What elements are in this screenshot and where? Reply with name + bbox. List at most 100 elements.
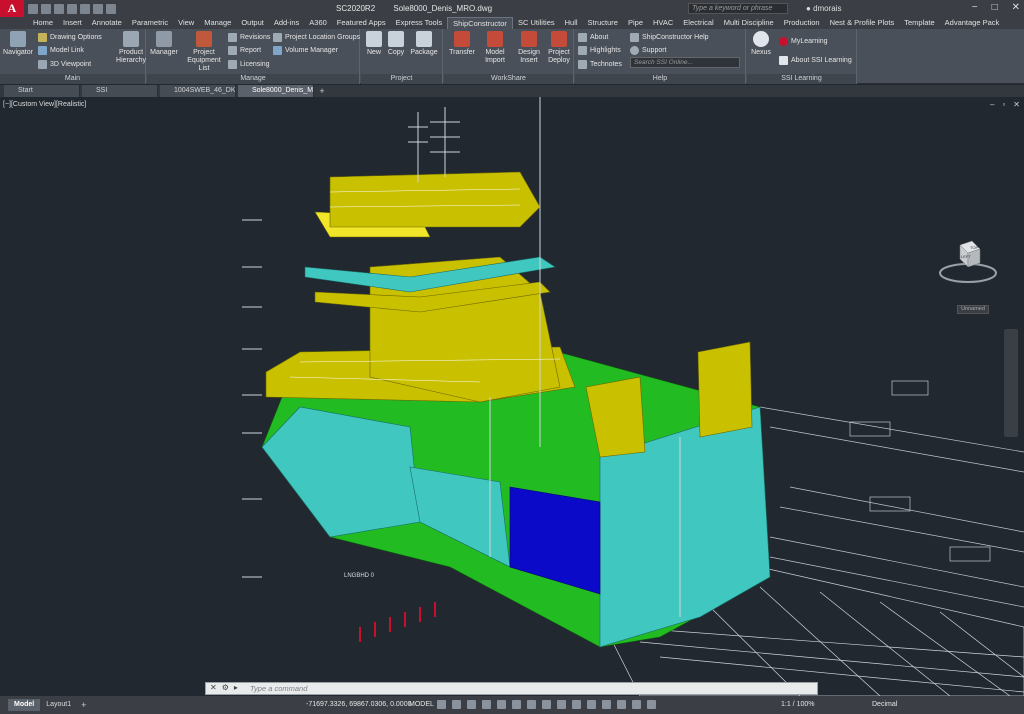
command-line[interactable]: ✕ ⚙ ▸ Type a command — [205, 682, 818, 695]
snap-icon[interactable] — [452, 700, 461, 709]
grid-icon[interactable] — [437, 700, 446, 709]
ribbon-tab-hull[interactable]: Hull — [560, 17, 583, 29]
annotation-visibility-icon[interactable] — [632, 700, 641, 709]
model-import-button[interactable]: Model Import — [480, 31, 510, 65]
ribbon-tab-featured-apps[interactable]: Featured Apps — [332, 17, 391, 29]
licensing-button[interactable]: Licensing — [228, 58, 270, 70]
product-hierarchy-button[interactable]: Product Hierarchy — [114, 31, 148, 65]
navigation-bar[interactable] — [1004, 329, 1018, 437]
model-link-button[interactable]: Model Link — [38, 44, 84, 56]
autocad-logo-icon[interactable]: A — [0, 0, 24, 17]
undo-icon[interactable] — [93, 3, 103, 14]
ucs-unnamed-dropdown[interactable]: Unnamed — [957, 305, 989, 314]
ribbon-tab-output[interactable]: Output — [236, 17, 269, 29]
user-account[interactable]: ● dmorais — [806, 4, 842, 13]
dynamic-ucs-icon[interactable] — [587, 700, 596, 709]
layout-tab[interactable]: Model — [8, 699, 41, 711]
navigator-button[interactable]: Navigator — [3, 31, 33, 57]
ribbon-tab-express-tools[interactable]: Express Tools — [391, 17, 448, 29]
ribbon-tab-multi-discipline[interactable]: Multi Discipline — [719, 17, 779, 29]
lineweight-icon[interactable] — [527, 700, 536, 709]
new-file-icon[interactable] — [28, 3, 38, 14]
ribbon-tab-annotate[interactable]: Annotate — [87, 17, 127, 29]
ribbon-tab-home[interactable]: Home — [28, 17, 58, 29]
viewcube[interactable]: TOP LEFT — [938, 237, 998, 287]
ribbon-tab-pipe[interactable]: Pipe — [623, 17, 648, 29]
ribbon-tab-structure[interactable]: Structure — [583, 17, 623, 29]
project-equipment-list-button[interactable]: Project Equipment List — [181, 31, 227, 73]
design-insert-button[interactable]: Design Insert — [514, 31, 544, 65]
support-button[interactable]: Support — [630, 44, 667, 56]
about-button[interactable]: About — [578, 31, 608, 43]
doc-tab[interactable]: SSI — [82, 85, 158, 97]
polar-icon[interactable] — [482, 700, 491, 709]
doc-tab[interactable]: Start — [4, 85, 80, 97]
doc-tab[interactable]: 1004SWEB_46_DK3_P* — [160, 85, 236, 97]
ribbon-tab-hvac[interactable]: HVAC — [648, 17, 678, 29]
report-button[interactable]: Report — [228, 44, 261, 56]
save-icon[interactable] — [54, 3, 64, 14]
package-button[interactable]: Package — [409, 31, 439, 57]
highlights-button[interactable]: Highlights — [578, 44, 621, 56]
minimize-icon[interactable]: − — [972, 2, 978, 13]
command-input[interactable]: Type a command — [250, 684, 307, 693]
nexus-button[interactable]: Nexus — [749, 31, 773, 57]
layout-tab[interactable]: Layout1 — [40, 699, 77, 711]
shipconstructor-help-button[interactable]: ShipConstructor Help — [630, 31, 709, 43]
manager-button[interactable]: Manager — [150, 31, 178, 57]
3d-viewpoint-button[interactable]: 3D Viewpoint — [38, 58, 91, 70]
add-layout-icon[interactable]: + — [81, 700, 86, 710]
redo-icon[interactable] — [106, 3, 116, 14]
project-equipment-list-label: Project Equipment List — [187, 49, 221, 72]
new-project-button[interactable]: New — [363, 31, 385, 57]
ribbon-tab-view[interactable]: View — [173, 17, 199, 29]
command-close-icon[interactable]: ✕ — [210, 683, 217, 694]
ribbon-tab-add-ins[interactable]: Add-ins — [269, 17, 304, 29]
ribbon-tab-template[interactable]: Template — [899, 17, 939, 29]
maximize-icon[interactable]: □ — [992, 2, 998, 13]
annotation-scale[interactable]: 1:1 / 100% — [781, 701, 814, 708]
revisions-button[interactable]: Revisions — [228, 31, 270, 43]
otrack-icon[interactable] — [512, 700, 521, 709]
ortho-icon[interactable] — [467, 700, 476, 709]
about-ssi-learning-button[interactable]: About SSI Learning — [779, 54, 852, 66]
auto-scale-icon[interactable] — [647, 700, 656, 709]
close-icon[interactable]: ✕ — [1012, 2, 1020, 13]
ribbon-tab-a360[interactable]: A360 — [304, 17, 332, 29]
ribbon-tab-manage[interactable]: Manage — [199, 17, 236, 29]
navigator-label: Navigator — [3, 49, 33, 56]
ribbon-tab-advantage-pack[interactable]: Advantage Pack — [940, 17, 1005, 29]
transfer-button[interactable]: Transfer — [447, 31, 477, 57]
units-selector[interactable]: Decimal — [872, 701, 897, 708]
save-as-icon[interactable] — [67, 3, 77, 14]
open-file-icon[interactable] — [41, 3, 51, 14]
new-tab-icon[interactable]: + — [316, 85, 328, 97]
copy-project-button[interactable]: Copy — [385, 31, 407, 57]
selection-cycling-icon[interactable] — [557, 700, 566, 709]
ribbon-tab-parametric[interactable]: Parametric — [127, 17, 173, 29]
technotes-button[interactable]: Technotes — [578, 58, 622, 70]
project-location-groups-button[interactable]: Project Location Groups — [273, 31, 360, 43]
ribbon-tab-sc-utilities[interactable]: SC Utilities — [513, 17, 560, 29]
print-icon[interactable] — [80, 3, 90, 14]
project-deploy-button[interactable]: Project Deploy — [544, 31, 574, 65]
ribbon-tab-nest-profile-plots[interactable]: Nest & Profile Plots — [825, 17, 900, 29]
ribbon-tab-production[interactable]: Production — [779, 17, 825, 29]
gizmo-icon[interactable] — [617, 700, 626, 709]
model-space-toggle[interactable]: MODEL — [409, 701, 434, 708]
3d-osnap-icon[interactable] — [572, 700, 581, 709]
command-settings-icon[interactable]: ⚙ — [222, 683, 229, 694]
volume-manager-button[interactable]: Volume Manager — [273, 44, 338, 56]
ssi-online-search-input[interactable]: Search SSI Online... — [630, 57, 740, 68]
transparency-icon[interactable] — [542, 700, 551, 709]
ribbon-tab-insert[interactable]: Insert — [58, 17, 87, 29]
drawing-options-button[interactable]: Drawing Options — [38, 31, 102, 43]
ribbon-tab-shipconstructor[interactable]: ShipConstructor — [447, 17, 513, 29]
drawing-viewport[interactable]: [−][Custom View][Realistic] – ▫ ✕ LNGBHD… — [0, 97, 1024, 696]
selection-filter-icon[interactable] — [602, 700, 611, 709]
help-search-input[interactable]: Type a keyword or phrase — [688, 3, 788, 14]
mylearning-button[interactable]: MyLearning — [779, 35, 828, 47]
doc-tab[interactable]: Sole8000_Denis_MRO* — [238, 85, 314, 97]
osnap-icon[interactable] — [497, 700, 506, 709]
ribbon-tab-electrical[interactable]: Electrical — [678, 17, 718, 29]
